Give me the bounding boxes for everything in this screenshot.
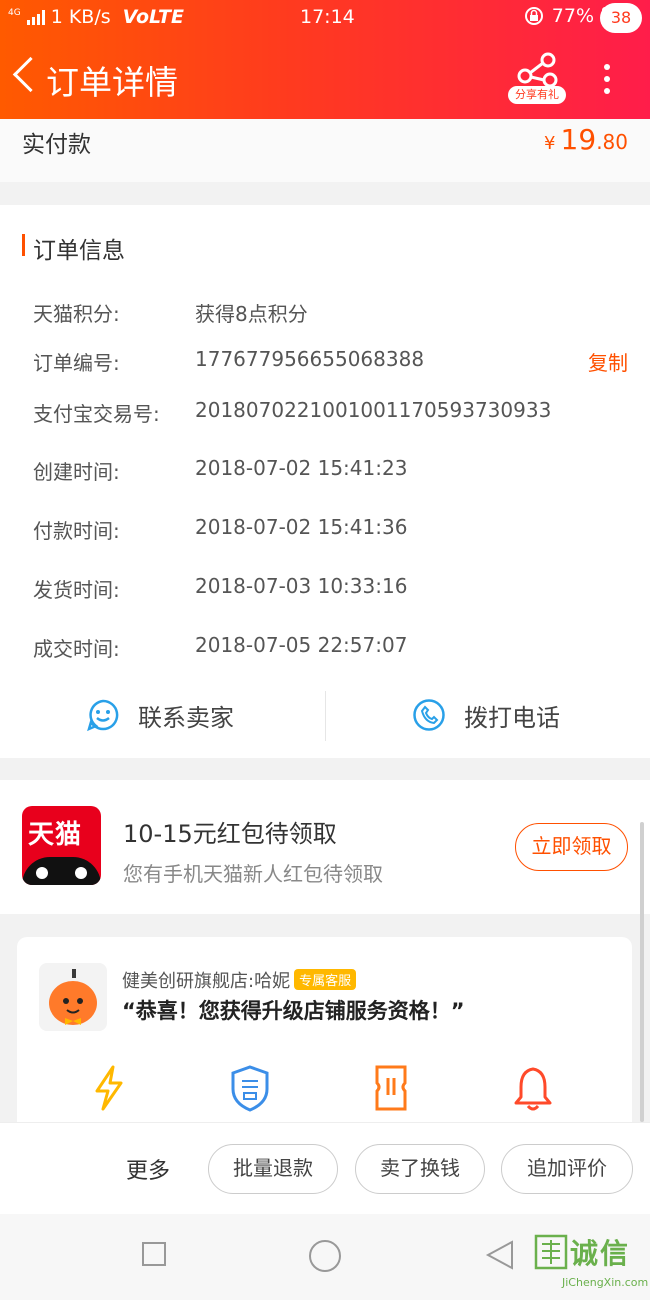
copy-button[interactable]: 复制 — [588, 347, 628, 376]
home-button[interactable] — [308, 1239, 342, 1277]
volte-indicator: VoLTE — [122, 6, 184, 28]
watermark-url: JiChengXin.com — [562, 1276, 649, 1289]
section-title: 订单信息 — [22, 231, 125, 265]
more-actions-button[interactable]: 更多 — [126, 1153, 170, 1185]
order-info-card: 订单信息 天猫积分: 获得8点积分 订单编号: 1776779566550683… — [0, 205, 650, 758]
info-label: 成交时间: — [33, 637, 120, 661]
info-value: 2018-07-02 15:41:36 — [195, 515, 408, 539]
info-label: 发货时间: — [33, 578, 120, 602]
recents-button[interactable] — [141, 1241, 167, 1271]
network-type: 4G — [8, 8, 21, 18]
promo-subtitle: 您有手机天猫新人红包待领取 — [123, 862, 383, 886]
tmall-cat-face — [22, 857, 101, 885]
square-icon — [142, 1242, 166, 1266]
info-value: 2018-07-03 10:33:16 — [195, 574, 408, 598]
promo-title: 10-15元红包待领取 — [123, 820, 337, 848]
info-label: 支付宝交易号: — [33, 402, 160, 426]
currency-symbol: ¥ — [544, 133, 556, 154]
info-value: 2018-07-05 22:57:07 — [195, 633, 408, 657]
paid-amount: ¥ 19.80 — [544, 123, 628, 156]
signal-icon — [26, 9, 45, 25]
store-service-card: 健美创研旗舰店:哈妮 专属客服 “恭喜！您获得升级店铺服务资格！” — [17, 937, 632, 1137]
info-row-completed: 成交时间: 2018-07-05 22:57:07 — [33, 633, 633, 663]
red-packet-banner: 天猫 10-15元红包待领取 您有手机天猫新人红包待领取 立即领取 — [0, 780, 650, 914]
phone-icon — [413, 699, 445, 731]
info-value: 2018-07-02 15:41:23 — [195, 456, 408, 480]
info-row-points: 天猫积分: 获得8点积分 — [33, 298, 633, 328]
back-nav-button[interactable] — [484, 1239, 516, 1275]
cat-eye-right — [75, 867, 87, 879]
info-label: 天猫积分: — [33, 302, 120, 326]
chat-icon — [87, 699, 119, 732]
cat-eye-left — [36, 867, 48, 879]
batch-refund-button[interactable]: 批量退款 — [208, 1144, 338, 1194]
info-row-paid: 付款时间: 2018-07-02 15:41:36 — [33, 515, 633, 545]
amount-decimal: .80 — [596, 130, 628, 154]
service-notification[interactable] — [511, 1063, 555, 1113]
paid-label: 实付款 — [22, 132, 91, 158]
share-icon — [517, 52, 558, 88]
service-tag: 专属客服 — [294, 969, 357, 990]
info-row-alipay-number: 支付宝交易号: 2018070221001001170593730933 — [33, 398, 633, 428]
store-message: “恭喜！您获得升级店铺服务资格！” — [122, 999, 465, 1023]
tmall-logo: 天猫 — [22, 806, 101, 885]
contact-seller-label: 联系卖家 — [138, 703, 234, 732]
battery-percent: 77% — [551, 5, 594, 27]
watermark-logo-icon — [534, 1234, 568, 1270]
app-header: 4G 1 KB/s VoLTE 17:14 77% 订单详情 分享有礼 38 — [0, 0, 650, 119]
tmall-logo-text: 天猫 — [28, 820, 83, 850]
service-after-sale[interactable] — [228, 1063, 272, 1113]
info-value: 获得8点积分 — [195, 302, 308, 326]
service-coupon[interactable] — [369, 1063, 413, 1113]
share-label: 分享有礼 — [508, 86, 566, 104]
back-button[interactable] — [10, 54, 40, 98]
info-row-shipped: 发货时间: 2018-07-03 10:33:16 — [33, 574, 633, 604]
paid-amount-section: 实付款 ¥ 19.80 — [0, 119, 650, 182]
store-avatar[interactable] — [39, 963, 107, 1031]
lightning-icon — [95, 1065, 123, 1111]
store-name: 健美创研旗舰店:哈妮 专属客服 — [122, 967, 357, 993]
status-bar: 4G 1 KB/s VoLTE 17:14 77% — [0, 0, 650, 36]
divider — [325, 691, 326, 741]
navigation-bar: 订单详情 分享有礼 — [0, 36, 650, 119]
contact-actions: 联系卖家 拨打电话 — [0, 687, 650, 743]
triangle-back-icon — [485, 1240, 513, 1270]
status-time: 17:14 — [300, 6, 355, 28]
circle-icon — [309, 1240, 341, 1272]
amount-integer: 19 — [560, 123, 597, 156]
store-name-text: 健美创研旗舰店:哈妮 — [122, 971, 291, 992]
call-phone-label: 拨打电话 — [464, 703, 560, 732]
more-menu-button[interactable] — [592, 54, 622, 104]
lock-rotation-icon — [524, 7, 543, 25]
scrollbar[interactable] — [640, 822, 644, 1122]
bell-icon — [514, 1067, 552, 1111]
share-button[interactable]: 分享有礼 — [508, 50, 566, 104]
service-lightning[interactable] — [87, 1063, 131, 1113]
bottom-action-bar: 更多 批量退款 卖了换钱 追加评价 — [0, 1122, 650, 1214]
after-sale-shield-icon — [231, 1065, 269, 1112]
watermark-text: 诚信 — [570, 1237, 631, 1270]
info-label: 付款时间: — [33, 519, 120, 543]
add-review-button[interactable]: 追加评价 — [501, 1144, 633, 1194]
info-value: 177677956655068388 — [195, 347, 425, 371]
info-row-order-number: 订单编号: 177677956655068388 复制 — [33, 347, 633, 377]
info-label: 订单编号: — [33, 351, 120, 375]
store-service-section: 健美创研旗舰店:哈妮 专属客服 “恭喜！您获得升级店铺服务资格！” — [0, 914, 650, 1137]
coupon-ticket-icon — [375, 1065, 407, 1111]
info-value: 2018070221001001170593730933 — [195, 398, 552, 422]
page-title: 订单详情 — [46, 63, 178, 102]
claim-button[interactable]: 立即领取 — [515, 823, 628, 871]
watermark: 诚信 JiChengXin.com — [532, 1224, 650, 1300]
contact-seller-button[interactable]: 联系卖家 — [86, 687, 234, 743]
network-speed: 1 KB/s — [50, 6, 111, 28]
message-badge[interactable]: 38 — [600, 3, 642, 33]
mascot-avatar-icon — [49, 969, 97, 1025]
info-row-created: 创建时间: 2018-07-02 15:41:23 — [33, 456, 633, 486]
resell-button[interactable]: 卖了换钱 — [355, 1144, 485, 1194]
call-phone-button[interactable]: 拨打电话 — [412, 687, 560, 743]
info-label: 创建时间: — [33, 460, 120, 484]
